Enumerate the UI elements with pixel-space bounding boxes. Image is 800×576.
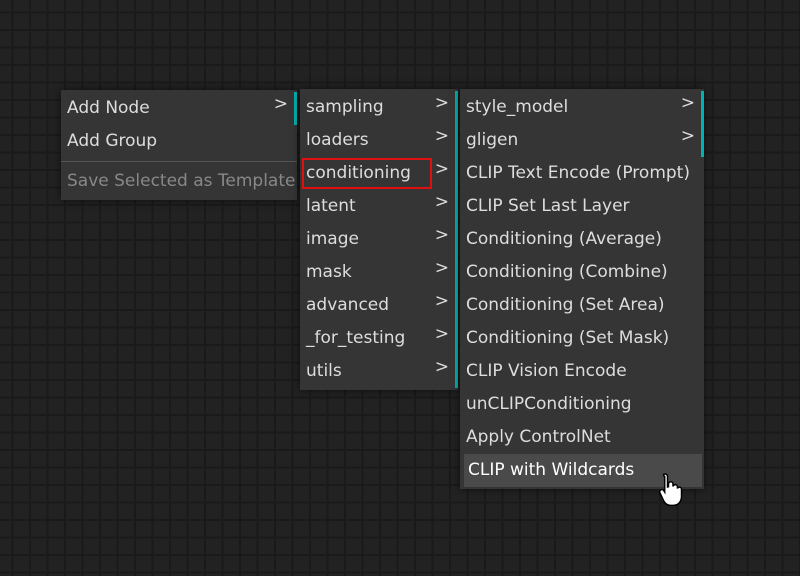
label: style_model	[466, 97, 569, 117]
chevron-right-icon: >	[434, 291, 449, 311]
menu-divider	[61, 161, 297, 162]
menu-item-unclip-conditioning[interactable]: unCLIPConditioning	[460, 388, 704, 421]
menu-item-add-group[interactable]: Add Group	[61, 125, 297, 158]
menu-item-style-model[interactable]: style_model >	[460, 91, 704, 124]
chevron-right-icon: >	[434, 258, 449, 278]
label: _for_testing	[306, 328, 406, 348]
label: latent	[306, 196, 356, 216]
menu-item-apply-controlnet[interactable]: Apply ControlNet	[460, 421, 704, 454]
chevron-right-icon: >	[434, 225, 449, 245]
menu-item-add-node[interactable]: Add Node >	[61, 92, 297, 125]
highlight-box	[302, 158, 432, 189]
hand-pointer-icon	[658, 473, 683, 507]
label: gligen	[466, 130, 519, 150]
chevron-right-icon: >	[434, 126, 449, 146]
chevron-right-icon: >	[680, 93, 695, 113]
label: loaders	[306, 130, 369, 150]
menu-item-clip-vision-encode[interactable]: CLIP Vision Encode	[460, 355, 704, 388]
menu-item-clip-set-last-layer[interactable]: CLIP Set Last Layer	[460, 190, 704, 223]
chevron-right-icon: >	[434, 324, 449, 344]
label: Add Node	[67, 98, 150, 118]
menu-item-save-template: Save Selected as Template	[67, 171, 296, 191]
menu-item-conditioning-set-mask[interactable]: Conditioning (Set Mask)	[460, 322, 704, 355]
label: image	[306, 229, 359, 249]
add-node-submenu: sampling > loaders > conditioning > latent >…	[300, 89, 458, 390]
label: mask	[306, 262, 352, 282]
label: utils	[306, 361, 342, 381]
menu-item-utils[interactable]: utils >	[300, 355, 458, 388]
menu-item-conditioning-average[interactable]: Conditioning (Average)	[460, 223, 704, 256]
label: sampling	[306, 97, 384, 117]
chevron-right-icon: >	[434, 93, 449, 113]
menu-item-gligen[interactable]: gligen >	[460, 124, 704, 157]
chevron-right-icon: >	[434, 357, 449, 377]
label: advanced	[306, 295, 390, 315]
chevron-right-icon: >	[434, 192, 449, 212]
menu-item-conditioning-combine[interactable]: Conditioning (Combine)	[460, 256, 704, 289]
menu-item-clip-text-encode[interactable]: CLIP Text Encode (Prompt)	[460, 157, 704, 190]
conditioning-submenu: style_model > gligen > CLIP Text Encode (P…	[460, 89, 704, 489]
context-menu: Add Node > Add Group Save Selected as Tem…	[61, 90, 297, 200]
chevron-right-icon: >	[680, 126, 695, 146]
menu-item-conditioning-set-area[interactable]: Conditioning (Set Area)	[460, 289, 704, 322]
chevron-right-icon: >	[273, 94, 288, 114]
chevron-right-icon: >	[434, 159, 449, 179]
